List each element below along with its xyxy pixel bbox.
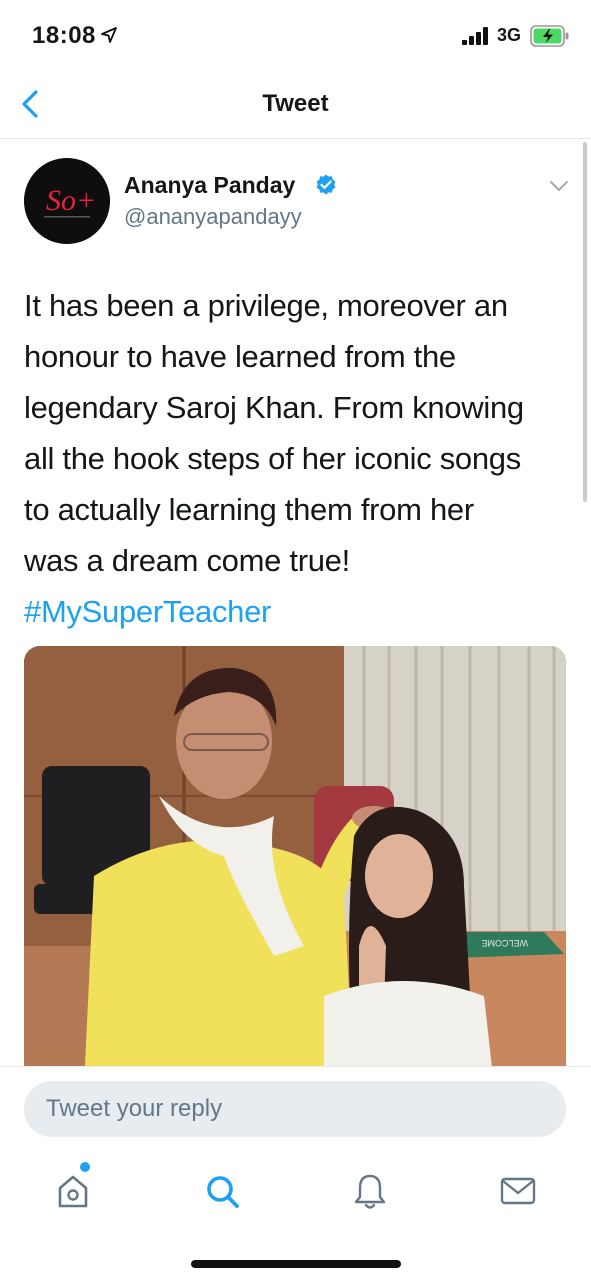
location-arrow-icon (101, 27, 117, 43)
chevron-down-icon[interactable] (548, 178, 570, 194)
tweet-text-line: It has been a privilege, moreover an (24, 288, 508, 323)
mat-text: WELCOME (481, 938, 528, 948)
tweet-text-line: to actually learning them from her (24, 492, 474, 527)
tweet-text-line: honour to have learned from the (24, 339, 456, 374)
hashtag-link[interactable]: #MySuperTeacher (24, 586, 271, 637)
reply-input[interactable]: Tweet your reply (24, 1081, 566, 1137)
scrollbar[interactable] (583, 142, 587, 502)
tweet-text-line: legendary Saroj Khan. From knowing (24, 390, 524, 425)
photo-illustration: WELCOME (24, 646, 566, 1086)
tweet-text: It has been a privilege, moreover an hon… (24, 280, 574, 586)
tab-bar (0, 1156, 591, 1280)
verified-badge-icon (316, 174, 336, 195)
tweet-text-line: was a dream come true! (24, 543, 350, 578)
tweet-photo[interactable]: WELCOME (24, 646, 566, 1086)
status-time: 18:08 (32, 22, 96, 49)
avatar[interactable]: So+ (24, 158, 110, 244)
author-name[interactable]: Ananya Panday (124, 172, 295, 199)
status-bar: 18:08 3G (0, 0, 591, 72)
home-indicator (191, 1260, 401, 1268)
page-title: Tweet (262, 90, 329, 117)
notification-dot (80, 1162, 90, 1172)
tweet-text-line: all the hook steps of her iconic songs (24, 441, 521, 476)
reply-bar: Tweet your reply (0, 1066, 591, 1156)
mail-icon[interactable] (493, 1166, 543, 1216)
avatar-logo-text: So+ (46, 184, 96, 217)
search-icon[interactable] (197, 1166, 247, 1216)
battery-icon (530, 25, 569, 47)
avatar-logo: So+ (24, 158, 110, 244)
home-icon[interactable] (48, 1166, 98, 1216)
tweet-detail-screen: 18:08 3G Tweet So+ Ananya Panday @ananya… (0, 0, 591, 1280)
author-handle[interactable]: @ananyapandayy (124, 204, 302, 230)
nav-bar: Tweet (0, 72, 591, 139)
network-type: 3G (497, 25, 522, 45)
bell-icon[interactable] (345, 1166, 395, 1216)
signal-icon (462, 27, 488, 45)
